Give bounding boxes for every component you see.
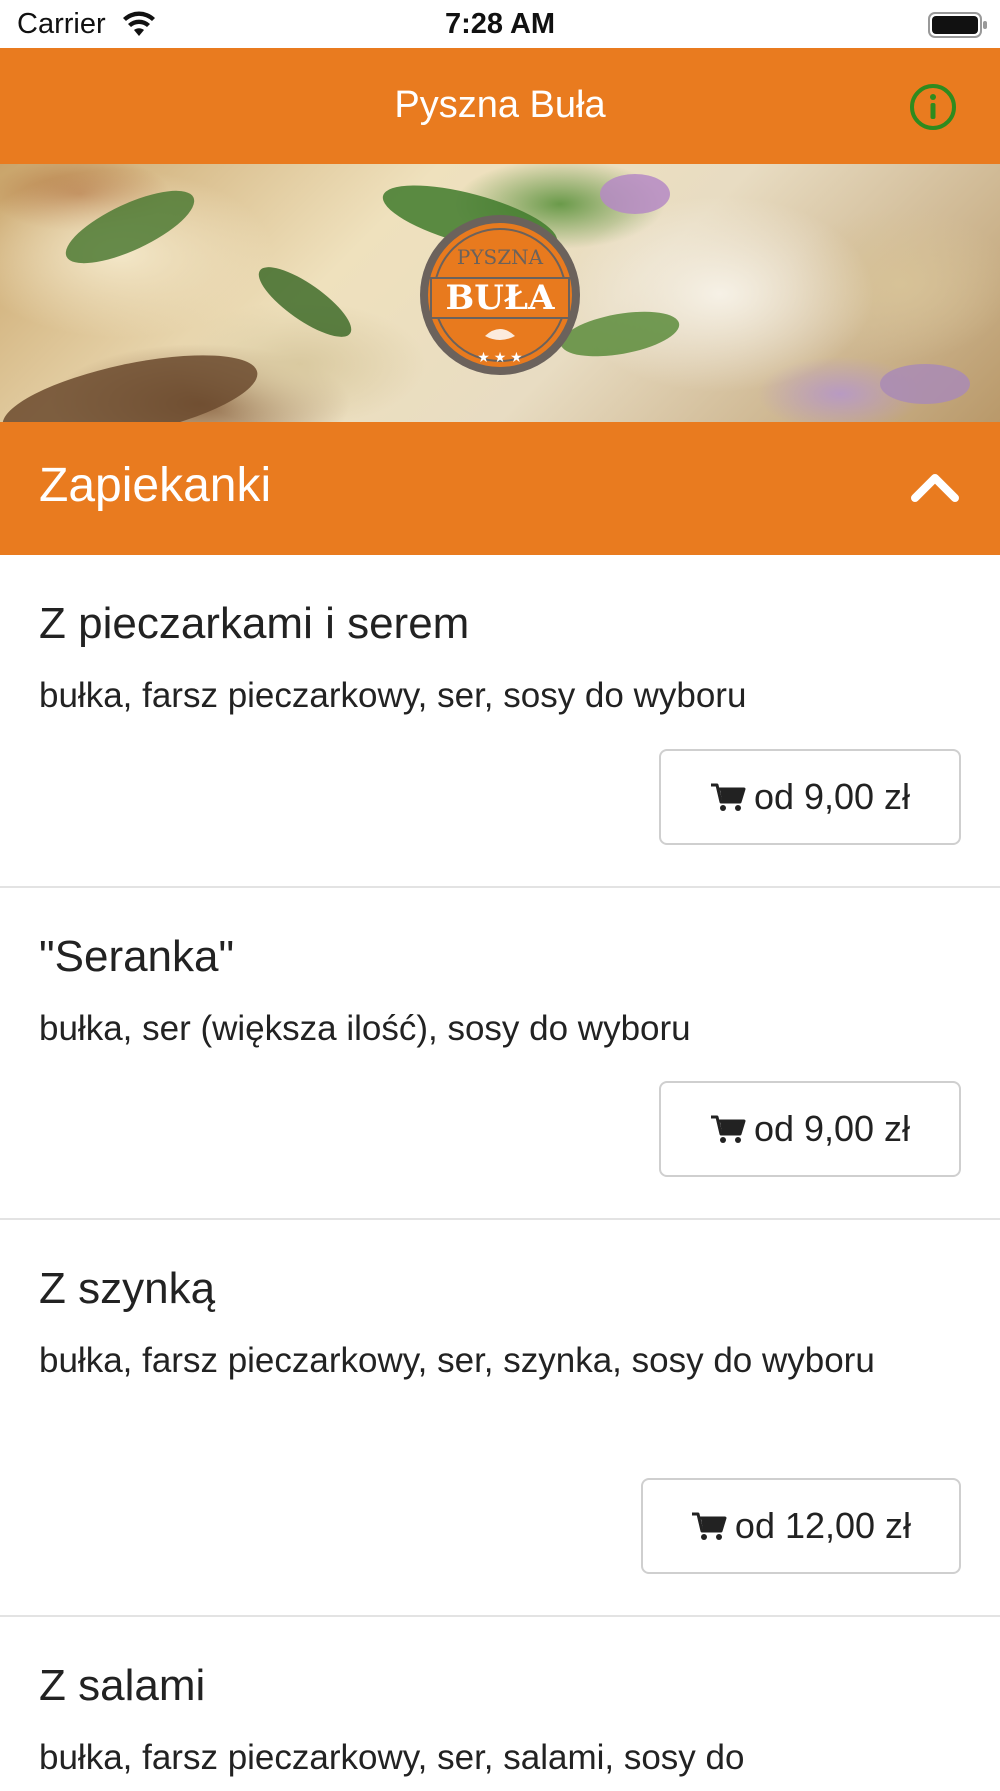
menu-item: "Seranka" bułka, ser (większa ilość), so… [0,888,1000,1220]
category-header[interactable]: Zapiekanki [0,422,1000,555]
cart-icon [710,783,746,811]
battery-icon [928,12,987,38]
cart-icon [691,1512,727,1540]
nav-bar: Pyszna Buła [0,48,1000,164]
item-name: Z salami [39,1661,206,1710]
cart-icon [710,1115,746,1143]
menu-item: Z szynką bułka, farsz pieczarkowy, ser, … [0,1220,1000,1617]
add-to-cart-button[interactable]: od 9,00 zł [659,749,961,845]
chevron-up-icon[interactable] [910,470,960,504]
item-description: bułka, farsz pieczarkowy, ser, szynka, s… [39,1341,875,1380]
nav-title: Pyszna Buła [394,84,606,126]
item-name: "Seranka" [39,932,235,981]
item-description: bułka, farsz pieczarkowy, ser, sosy do w… [39,676,747,715]
price-label: od 9,00 zł [753,776,911,817]
menu-item: Z pieczarkami i serem bułka, farsz piecz… [0,555,1000,888]
category-title: Zapiekanki [39,459,272,512]
item-name: Z szynką [39,1264,216,1313]
item-description: bułka, farsz pieczarkowy, ser, salami, s… [39,1738,745,1777]
item-name: Z pieczarkami i serem [39,599,470,648]
svg-text:★ ★ ★: ★ ★ ★ [477,349,522,365]
menu-item: Z salami bułka, farsz pieczarkowy, ser, … [0,1617,1000,1778]
logo-main-text: BUŁA [446,278,556,318]
price-label: od 12,00 zł [734,1505,912,1546]
add-to-cart-button[interactable]: od 12,00 zł [641,1478,961,1574]
item-description: bułka, ser (większa ilość), sosy do wybo… [39,1009,691,1048]
status-time: 7:28 AM [444,8,556,40]
add-to-cart-button[interactable]: od 9,00 zł [659,1081,961,1177]
logo: PYSZNA BUŁA ★ ★ ★ [420,215,580,375]
logo-top-text: PYSZNA [457,245,544,269]
status-bar: Carrier 7:28 AM [0,0,1000,48]
price-label: od 9,00 zł [753,1108,911,1149]
info-circle-icon[interactable] [908,82,958,132]
